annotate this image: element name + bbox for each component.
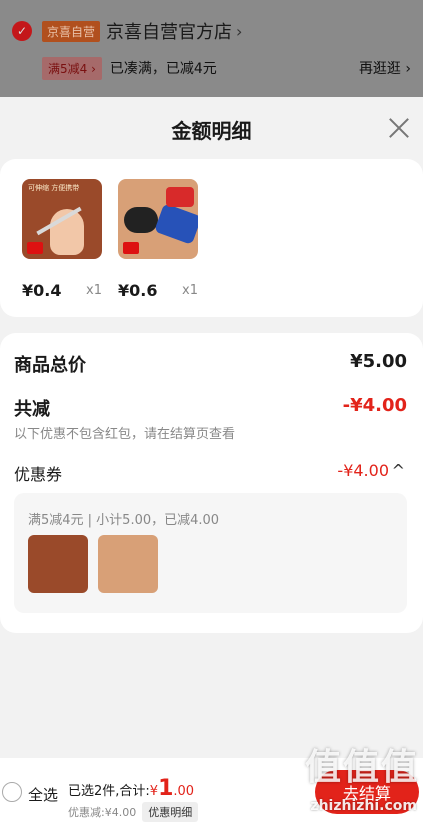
product-tool-icon bbox=[98, 535, 158, 593]
summary-card: 商品总价 ¥5.00 共减 -¥4.00 以下优惠不包含红包，请在结算页查看 优… bbox=[0, 333, 423, 633]
select-all-radio[interactable] bbox=[2, 782, 22, 802]
watermark-url: zhizhizhi.com bbox=[310, 798, 417, 814]
discount-line: 优惠减:¥4.00 优惠明细 bbox=[68, 802, 199, 822]
product-tool-icon[interactable] bbox=[118, 179, 198, 259]
product-fork-icon[interactable]: 可伸缩 方便携带 bbox=[22, 179, 102, 259]
product-fork-icon bbox=[28, 535, 88, 593]
total-value: ¥5.00 bbox=[350, 351, 407, 372]
store-promo-row: 满5减4 › 已凑满，已减4元 再逛逛 › bbox=[42, 56, 411, 80]
promo-tag[interactable]: 满5减4 › bbox=[42, 56, 102, 80]
select-all-label[interactable]: 全选 bbox=[28, 784, 58, 805]
checkout-bar: 全选 已选2件,合计:¥1.00 优惠减:¥4.00 优惠明细 去结算 值值值 … bbox=[0, 747, 423, 822]
watermark: 值值值 bbox=[304, 747, 419, 788]
self-operated-badge: 京喜自营 bbox=[42, 20, 101, 42]
discount-value: -¥4.00 bbox=[342, 395, 407, 416]
discount-note: 以下优惠不包含红包，请在结算页查看 bbox=[14, 427, 236, 442]
store-name[interactable]: 京喜自营官方店 bbox=[106, 18, 232, 44]
store-header: ✓ 京喜自营 京喜自营官方店 › 满5减4 › 已凑满，已减4元 再逛逛 › bbox=[0, 0, 423, 97]
store-title-row: ✓ 京喜自营 京喜自营官方店 › bbox=[12, 18, 242, 44]
item-qty: x1 bbox=[86, 283, 102, 298]
store-check-icon[interactable]: ✓ bbox=[12, 21, 32, 41]
discount-label: 共减 bbox=[14, 399, 50, 420]
total-label: 商品总价 bbox=[14, 355, 86, 376]
products-card: 可伸缩 方便携带 ¥0.4 x1 ¥0.6 x1 bbox=[0, 159, 423, 317]
item-qty: x1 bbox=[182, 283, 198, 298]
discount-detail-button[interactable]: 优惠明细 bbox=[142, 802, 199, 822]
sheet-title: 金额明细 bbox=[171, 119, 252, 143]
coupon-detail-box: 满5减4元 | 小计5.00，已减4.00 bbox=[14, 493, 407, 613]
go-shopping-link[interactable]: 再逛逛 › bbox=[359, 58, 411, 78]
coupon-value[interactable]: -¥4.00 bbox=[337, 461, 389, 480]
promo-text: 已凑满，已减4元 bbox=[109, 61, 217, 77]
item-price: ¥0.6 bbox=[118, 281, 158, 300]
chevron-up-icon[interactable]: ^ bbox=[392, 461, 405, 480]
coupon-label: 优惠券 bbox=[14, 465, 63, 484]
coupon-detail-text: 满5减4元 | 小计5.00，已减4.00 bbox=[28, 513, 220, 528]
close-icon[interactable] bbox=[387, 115, 411, 139]
chevron-right-icon: › bbox=[236, 21, 243, 41]
total-summary: 已选2件,合计:¥1.00 bbox=[68, 776, 195, 801]
item-price: ¥0.4 bbox=[22, 281, 62, 300]
amount-detail-sheet: 金额明细 可伸缩 方便携带 ¥0.4 x1 ¥0.6 x1 商品总价 ¥5.00… bbox=[0, 97, 423, 822]
